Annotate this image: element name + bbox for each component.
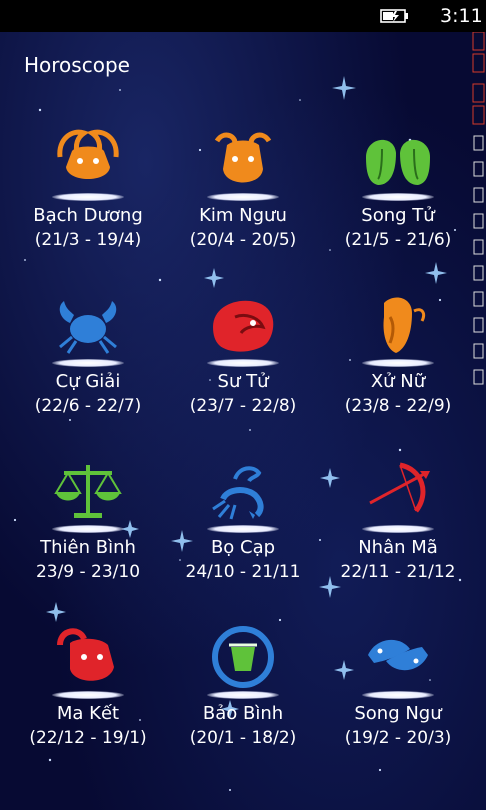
sign-dates: (22/6 - 22/7) bbox=[34, 396, 142, 416]
sign-tile-capricorn[interactable]: Ma Kết (22/12 - 19/1) bbox=[7, 625, 169, 775]
pedestal bbox=[362, 525, 434, 533]
pisces-icon bbox=[368, 639, 428, 671]
sign-name: Bạch Dương bbox=[33, 205, 143, 226]
sign-tile-libra[interactable]: Thiên Bình 23/9 - 23/10 bbox=[7, 459, 169, 609]
sign-name: Bọ Cạp bbox=[210, 537, 276, 558]
scorpio-icon bbox=[212, 466, 264, 520]
gemini-icon bbox=[366, 139, 430, 185]
virgo-icon bbox=[383, 297, 426, 353]
sign-tile-pisces[interactable]: Song Ngư (19/2 - 20/3) bbox=[317, 625, 479, 775]
sign-dates: (20/4 - 20/5) bbox=[189, 230, 297, 250]
sign-name: Cự Giải bbox=[55, 371, 121, 392]
taurus-icon bbox=[214, 132, 272, 183]
sign-tile-virgo[interactable]: Xử Nữ (23/8 - 22/9) bbox=[317, 293, 479, 443]
sign-dates: (23/8 - 22/9) bbox=[344, 396, 452, 416]
sign-tile-scorpio[interactable]: Bọ Cạp 24/10 - 21/11 bbox=[162, 459, 324, 609]
capricorn-icon bbox=[57, 628, 114, 681]
sign-tile-taurus[interactable]: Kim Ngưu (20/4 - 20/5) bbox=[162, 127, 324, 277]
cancer-icon bbox=[59, 301, 117, 354]
pedestal bbox=[207, 193, 279, 201]
pedestal bbox=[207, 359, 279, 367]
pedestal bbox=[207, 525, 279, 533]
sign-tile-leo[interactable]: Sư Tử (23/7 - 22/8) bbox=[162, 293, 324, 443]
sign-name: Kim Ngưu bbox=[199, 205, 287, 226]
sign-name: Bảo Bình bbox=[202, 703, 284, 724]
sign-name: Thiên Bình bbox=[40, 537, 136, 558]
pedestal bbox=[52, 359, 124, 367]
status-bar: 3:11 bbox=[0, 0, 486, 32]
sign-dates: (23/7 - 22/8) bbox=[189, 396, 297, 416]
libra-icon bbox=[54, 465, 122, 518]
pedestal bbox=[362, 359, 434, 367]
leo-icon bbox=[213, 300, 274, 352]
sign-tile-gemini[interactable]: Song Tử (21/5 - 21/6) bbox=[317, 127, 479, 277]
aries-icon bbox=[57, 129, 119, 179]
sign-name: Nhân Mã bbox=[358, 537, 438, 558]
sign-dates: (21/5 - 21/6) bbox=[344, 230, 452, 250]
sign-name: Xử Nữ bbox=[370, 371, 426, 392]
pedestal bbox=[207, 691, 279, 699]
sign-dates: (19/2 - 20/3) bbox=[344, 728, 452, 748]
sign-tile-aries[interactable]: Bạch Dương (21/3 - 19/4) bbox=[7, 127, 169, 277]
pedestal bbox=[52, 193, 124, 201]
aquarius-icon bbox=[212, 626, 274, 688]
sign-name: Song Tử bbox=[361, 205, 435, 226]
sign-dates: (20/1 - 18/2) bbox=[189, 728, 297, 748]
sign-tile-sagittarius[interactable]: Nhân Mã 22/11 - 21/12 bbox=[317, 459, 479, 609]
sagittarius-icon bbox=[369, 462, 430, 513]
pedestal bbox=[52, 525, 124, 533]
page-title: Horoscope bbox=[24, 53, 130, 77]
sign-tile-cancer[interactable]: Cự Giải (22/6 - 22/7) bbox=[7, 293, 169, 443]
battery-charging-icon bbox=[380, 9, 408, 23]
sign-tile-aquarius[interactable]: Bảo Bình (20/1 - 18/2) bbox=[162, 625, 324, 775]
sign-dates: (22/12 - 19/1) bbox=[29, 728, 147, 748]
sign-dates: 23/9 - 23/10 bbox=[35, 562, 141, 582]
sign-dates: (21/3 - 19/4) bbox=[34, 230, 142, 250]
sign-name: Ma Kết bbox=[56, 703, 120, 724]
sign-name: Sư Tử bbox=[217, 371, 269, 392]
pedestal bbox=[52, 691, 124, 699]
clock: 3:11 bbox=[440, 5, 483, 27]
pedestal bbox=[362, 193, 434, 201]
sign-name: Song Ngư bbox=[354, 703, 442, 724]
sign-dates: 22/11 - 21/12 bbox=[340, 562, 456, 582]
sign-dates: 24/10 - 21/11 bbox=[185, 562, 301, 582]
pedestal bbox=[362, 691, 434, 699]
